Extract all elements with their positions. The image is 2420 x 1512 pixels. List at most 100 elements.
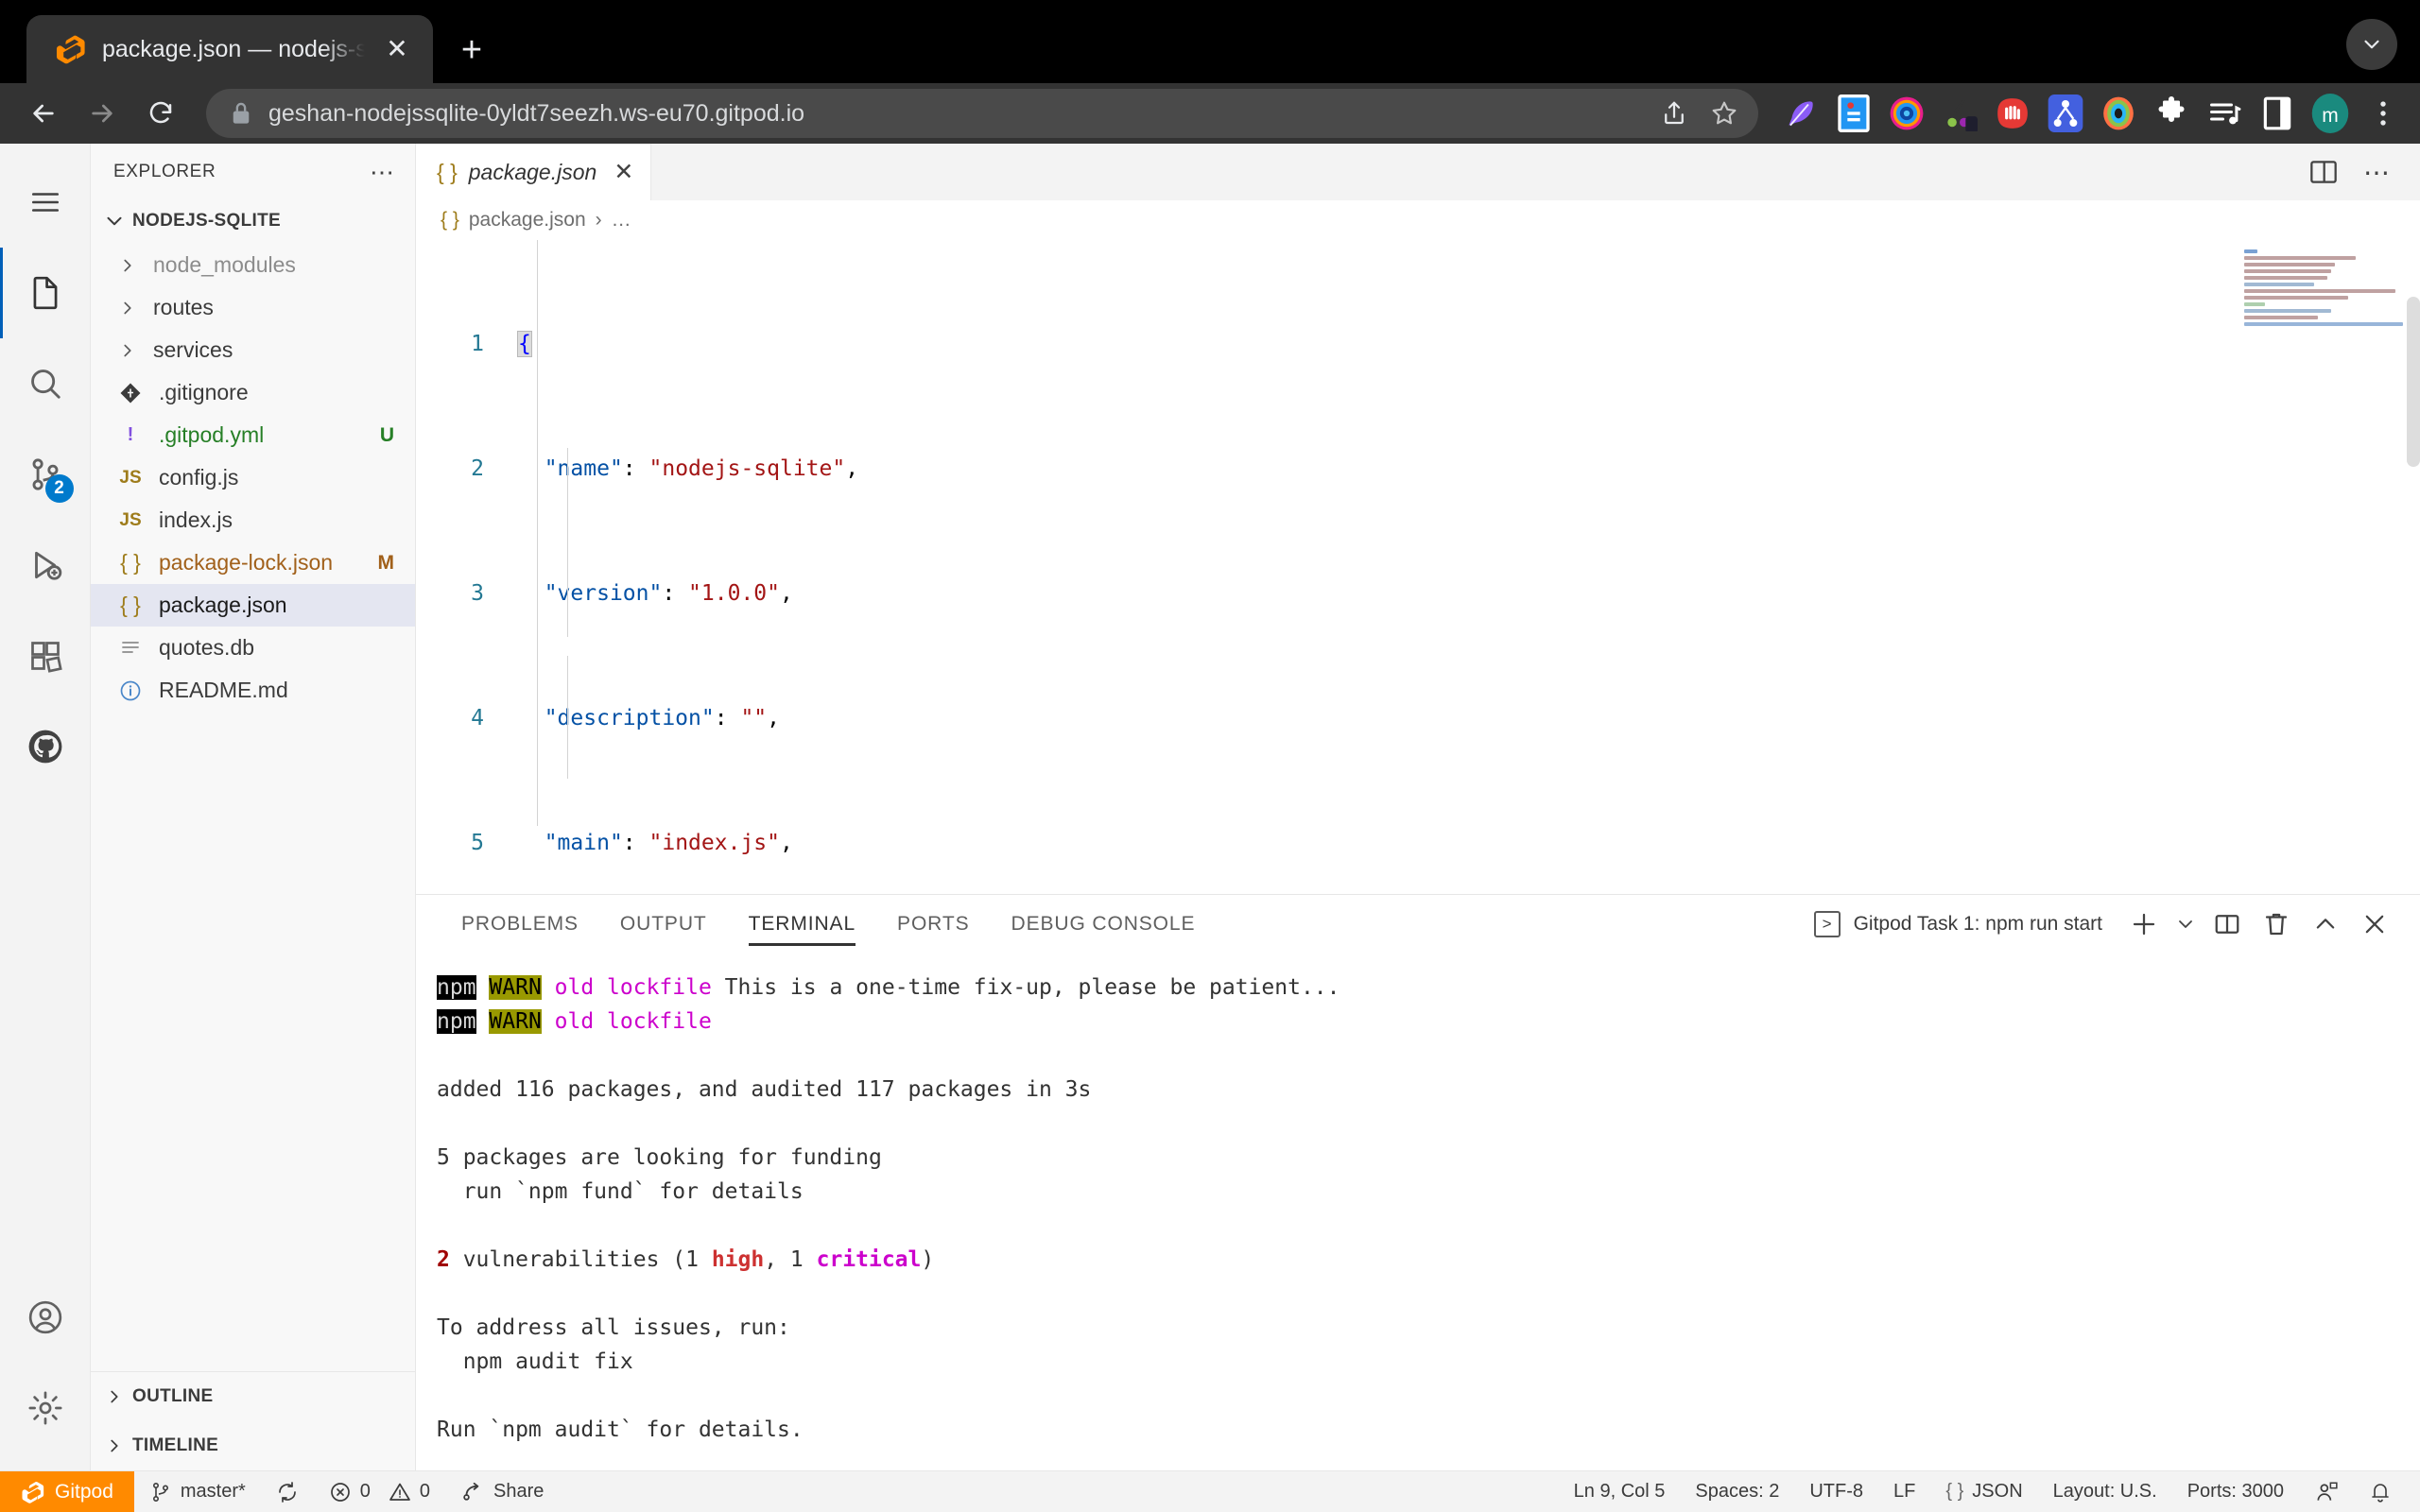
- status-language-mode[interactable]: { } JSON: [1930, 1471, 2037, 1512]
- explorer-more-icon[interactable]: ⋯: [370, 160, 396, 184]
- puzzle-extensions-icon[interactable]: [2152, 94, 2191, 133]
- terminal-dropdown-icon[interactable]: [2169, 900, 2203, 949]
- vuln-count: 2: [437, 1247, 450, 1272]
- section-timeline[interactable]: TIMELINE: [91, 1421, 415, 1470]
- tab-problems[interactable]: PROBLEMS: [441, 895, 599, 954]
- sidebar-item-search[interactable]: [0, 338, 91, 429]
- browser-tabstrip: package.json — nodejs-sqlite - ✕ +: [0, 0, 2420, 83]
- gear-icon[interactable]: [0, 1363, 91, 1453]
- npm-prefix: npm: [437, 975, 476, 1000]
- playlist-music-icon[interactable]: [2204, 94, 2244, 133]
- code-editor[interactable]: 1{ 2 "name": "nodejs-sqlite", 3 "version…: [416, 240, 2420, 894]
- browser-tab[interactable]: package.json — nodejs-sqlite - ✕: [26, 15, 433, 83]
- close-icon[interactable]: ✕: [614, 161, 633, 184]
- breadcrumb-file[interactable]: package.json: [469, 209, 586, 232]
- new-tab-button[interactable]: +: [442, 21, 501, 79]
- readability-icon[interactable]: [1834, 94, 1874, 133]
- forward-icon[interactable]: [76, 87, 129, 140]
- terminal-msg: old lockfile: [555, 975, 712, 1000]
- tree-folder-node-modules[interactable]: node_modules: [91, 244, 415, 286]
- new-terminal-icon[interactable]: [2119, 900, 2169, 949]
- feather-icon[interactable]: [1781, 94, 1821, 133]
- chevron-right-icon: [112, 298, 144, 318]
- reload-icon[interactable]: [134, 87, 187, 140]
- accounts-icon[interactable]: [0, 1272, 91, 1363]
- svg-text:m: m: [2322, 105, 2339, 127]
- status-cursor-position[interactable]: Ln 9, Col 5: [1559, 1471, 1681, 1512]
- status-branch[interactable]: master*: [134, 1471, 261, 1512]
- browser-menu-icon[interactable]: [2363, 94, 2403, 133]
- browser-toolbar: geshan-nodejssqlite-0yldt7seezh.ws-eu70.…: [0, 83, 2420, 144]
- editor-scrollbar[interactable]: [2407, 297, 2420, 467]
- status-indentation[interactable]: Spaces: 2: [1680, 1471, 1794, 1512]
- code-line-2: 2 "name": "nodejs-sqlite",: [416, 448, 2420, 490]
- sidebar-item-github[interactable]: [0, 701, 91, 792]
- status-ports[interactable]: Ports: 3000: [2172, 1471, 2299, 1512]
- more-actions-icon[interactable]: ⋯: [2363, 157, 2392, 188]
- git-branch-icon: [149, 1481, 172, 1503]
- tree-file-gitpod-yml[interactable]: ! .gitpod.yml U: [91, 414, 415, 456]
- tree-file-quotes-db[interactable]: quotes.db: [91, 627, 415, 669]
- project-root-row[interactable]: NODEJS-SQLITE: [91, 200, 415, 242]
- profile-avatar[interactable]: m: [2310, 94, 2350, 133]
- screen: package.json — nodejs-sqlite - ✕ +: [0, 0, 2420, 1512]
- editor-tab-package-json[interactable]: { } package.json ✕: [416, 144, 651, 200]
- status-eol[interactable]: LF: [1878, 1471, 1930, 1512]
- address-bar[interactable]: geshan-nodejssqlite-0yldt7seezh.ws-eu70.…: [206, 89, 1758, 138]
- stop-hand-icon[interactable]: [1993, 94, 2032, 133]
- tree-file-config-js[interactable]: JS config.js: [91, 456, 415, 499]
- spiral-icon[interactable]: [1887, 94, 1927, 133]
- minimap[interactable]: [2244, 249, 2407, 353]
- status-gitpod[interactable]: Gitpod: [0, 1471, 134, 1512]
- close-icon[interactable]: ✕: [380, 32, 414, 66]
- gitpod-logo-icon: [21, 1480, 45, 1504]
- tree-file-index-js[interactable]: JS index.js: [91, 499, 415, 541]
- eye-target-icon[interactable]: [2099, 94, 2138, 133]
- status-share[interactable]: Share: [445, 1471, 559, 1512]
- share-icon[interactable]: [1660, 99, 1688, 128]
- tree-file-package-json[interactable]: { } package.json: [91, 584, 415, 627]
- tree-file-readme-md[interactable]: README.md: [91, 669, 415, 712]
- back-icon[interactable]: [17, 87, 70, 140]
- sidebar-item-run-debug[interactable]: [0, 520, 91, 610]
- sidebar-item-explorer[interactable]: [0, 248, 91, 338]
- tree-label: routes: [153, 295, 214, 320]
- status-encoding[interactable]: UTF-8: [1794, 1471, 1878, 1512]
- tab-debug-console[interactable]: DEBUG CONSOLE: [991, 895, 1217, 954]
- address-bar-url: geshan-nodejssqlite-0yldt7seezh.ws-eu70.…: [268, 100, 1643, 128]
- maximize-panel-icon[interactable]: [2301, 900, 2350, 949]
- error-icon: [329, 1481, 352, 1503]
- bookmark-star-icon[interactable]: [1709, 98, 1739, 129]
- tree-folder-routes[interactable]: routes: [91, 286, 415, 329]
- status-sync[interactable]: [261, 1471, 314, 1512]
- chevron-down-icon[interactable]: [2346, 19, 2397, 70]
- tree-file-package-lock-json[interactable]: { } package-lock.json M: [91, 541, 415, 584]
- split-editor-icon[interactable]: [2308, 157, 2339, 187]
- terminal-output[interactable]: npm WARN old lockfile This is a one-time…: [416, 954, 2420, 1470]
- breadcrumb-trail[interactable]: …: [612, 209, 631, 232]
- status-problems[interactable]: 0 0: [314, 1471, 445, 1512]
- code-text: "version": "1.0.0",: [518, 581, 793, 606]
- scissors-icon[interactable]: [1940, 94, 1979, 133]
- close-panel-icon[interactable]: [2350, 900, 2399, 949]
- tab-ports[interactable]: PORTS: [876, 895, 990, 954]
- status-warning-count: 0: [420, 1481, 430, 1503]
- side-panel-icon[interactable]: [2257, 94, 2297, 133]
- json-icon: { }: [112, 593, 149, 618]
- section-outline[interactable]: OUTLINE: [91, 1372, 415, 1421]
- sidebar-item-extensions[interactable]: [0, 610, 91, 701]
- tab-terminal[interactable]: TERMINAL: [728, 895, 876, 954]
- status-keyboard-layout[interactable]: Layout: U.S.: [2038, 1471, 2172, 1512]
- editor-tab-actions: ⋯: [2308, 144, 2420, 200]
- share-graph-icon[interactable]: [2046, 94, 2085, 133]
- kill-terminal-icon[interactable]: [2252, 900, 2301, 949]
- status-remote-user[interactable]: [2299, 1471, 2354, 1512]
- tree-file-gitignore[interactable]: .gitignore: [91, 371, 415, 414]
- terminal-selector[interactable]: > Gitpod Task 1: npm run start: [1814, 911, 2119, 937]
- status-notifications-bell[interactable]: [2354, 1471, 2407, 1512]
- split-terminal-icon[interactable]: [2203, 900, 2252, 949]
- menu-hamburger-icon[interactable]: [0, 157, 91, 248]
- tree-folder-services[interactable]: services: [91, 329, 415, 371]
- sidebar-item-source-control[interactable]: 2: [0, 429, 91, 520]
- tab-output[interactable]: OUTPUT: [599, 895, 728, 954]
